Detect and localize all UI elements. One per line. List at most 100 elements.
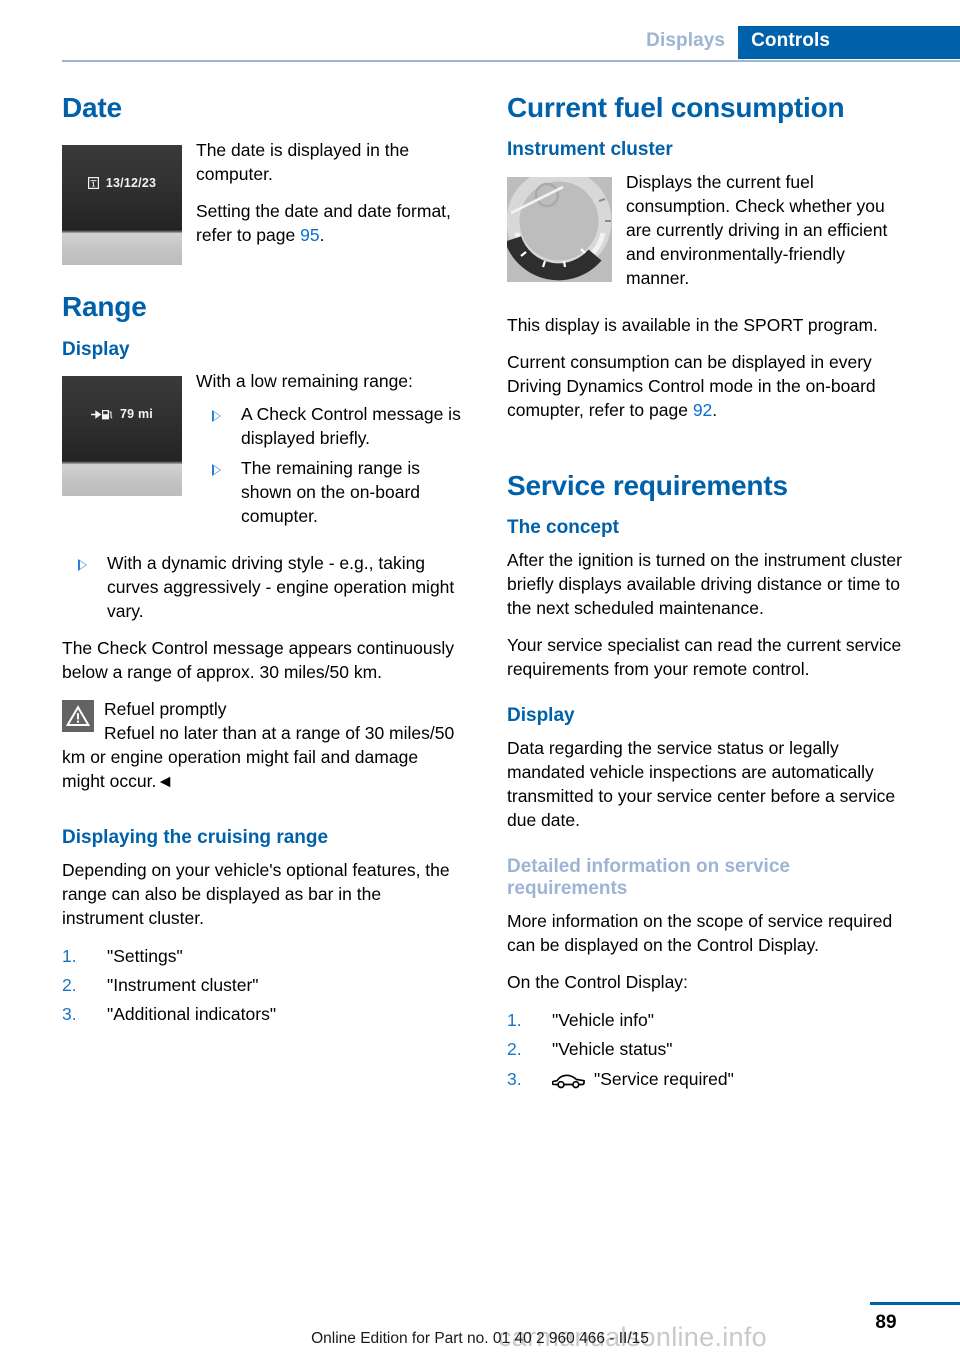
date-figure-text: The date is displayed in the computer. S… [196, 139, 462, 261]
subheading-detailed-information: Detailed information on service requirem… [507, 855, 790, 900]
date-page-ref[interactable]: 95 [300, 225, 319, 245]
header-divider [62, 60, 960, 62]
section-title-service-requirements: Service requirements [507, 469, 788, 501]
step-label[interactable]: "Additional indicators" [107, 1004, 276, 1024]
range-display-figure: 79 mi [62, 376, 182, 497]
list-item: 1. "Settings" [62, 944, 462, 969]
fuel-sport-paragraph: This display is available in the SPORT p… [507, 315, 878, 335]
tab-controls[interactable]: Controls [738, 26, 960, 59]
warning-body: Refuel no later than at a range of 30 mi… [62, 723, 455, 791]
date-display-screen: 1 13/12/23 [62, 145, 182, 230]
subheading-cruising-range: Displaying the cruising range [62, 826, 329, 848]
fuel-modes-text: Current consumption can be displayed in … [507, 351, 876, 420]
left-column: Date 1 13/12/23 The date is displayed in… [62, 92, 462, 1041]
car-icon [551, 1071, 586, 1096]
range-figure-text: With a low remaining range: A Check Cont… [196, 370, 462, 542]
range-bullet-2-text: The remaining range is shown on the on-b… [241, 458, 421, 527]
tab-displays-label: Displays [646, 30, 726, 51]
range-display-screen: 79 mi [62, 376, 182, 461]
svg-text:1: 1 [91, 182, 95, 189]
warning-note: Refuel promptly Refuel no later than at … [62, 698, 462, 794]
header-tabs: Displays Controls [633, 26, 960, 59]
step-number: 3. [507, 1068, 522, 1089]
fuel-figure-row: Displays the current fuel consumption. C… [507, 171, 907, 304]
date-display-row: 1 13/12/23 [62, 176, 182, 190]
detailed-paragraph-1: More information on the scope of service… [507, 911, 893, 956]
tab-controls-label: Controls [751, 30, 830, 51]
step-label[interactable]: "Service required" [594, 1069, 734, 1089]
range-bullet-3-text: With a dynamic driving style - e.g., tak… [107, 553, 455, 622]
consumption-gauge-image [507, 177, 612, 283]
subheading-instrument-cluster: Instrument cluster [507, 139, 673, 161]
list-item: 3. "Additional indicators" [62, 1002, 462, 1027]
fuel-page-ref[interactable]: 92 [693, 400, 712, 420]
fuel-modes-paragraph: Current consumption can be displayed in … [507, 351, 907, 423]
warning-triangle-icon [62, 700, 94, 733]
date-paragraph-2: Setting the date and date format, refer … [196, 200, 462, 248]
warning-title: Refuel promptly [104, 699, 227, 720]
step-label[interactable]: "Vehicle info" [552, 1010, 654, 1030]
date-figure-row: 1 13/12/23 The date is displayed in the … [62, 139, 462, 266]
section-title-fuel-consumption: Current fuel consumption [507, 92, 845, 123]
footer-divider [870, 1302, 960, 1305]
page-header: Displays Controls [0, 0, 960, 62]
date-display-value: 13/12/23 [105, 176, 157, 191]
subheading-the-concept: The concept [507, 517, 619, 539]
section-title-date: Date [62, 92, 122, 123]
list-item: 1. "Vehicle info" [507, 1008, 907, 1033]
step-number: 1. [507, 1010, 522, 1031]
list-item: 2. "Vehicle status" [507, 1037, 907, 1062]
date-figure-strip [62, 234, 182, 266]
date-page-ref-suffix: . [319, 225, 325, 246]
section-title-range: Range [62, 291, 147, 323]
detailed-paragraph-2: On the Control Display: [507, 972, 688, 993]
list-item: 2. "Instrument cluster" [62, 973, 462, 998]
step-number: 2. [507, 1039, 522, 1060]
step-number: 3. [62, 1004, 77, 1025]
step-label[interactable]: "Vehicle status" [552, 1039, 672, 1059]
concept-paragraph-1: After the ignition is turned on the inst… [507, 550, 902, 618]
tab-displays[interactable]: Displays [633, 26, 739, 59]
range-bullet-list-top: A Check Control message is displayed bri… [196, 403, 462, 529]
cruising-steps-list: 1. "Settings" 2. "Instrument cluster" 3. "A… [62, 944, 462, 1028]
subheading-range-display: Display [62, 338, 130, 360]
range-figure-row: 79 mi With a low remaining range: A Chec… [62, 370, 462, 542]
fuel-pump-arrow-icon [91, 408, 113, 421]
triangle-bullet-icon [212, 410, 221, 423]
cruising-paragraph: Depending on your vehicle's optional fea… [62, 859, 450, 928]
step-label[interactable]: "Settings" [107, 946, 183, 966]
date-display-figure: 1 13/12/23 [62, 145, 182, 266]
range-bullet-list-bottom: With a dynamic driving style - e.g., tak… [62, 552, 462, 624]
range-after-bullets: The Check Control message appears contin… [62, 638, 455, 683]
list-item: The remaining range is shown on the on-b… [196, 457, 462, 529]
list-item: 3. "Service required" [507, 1067, 907, 1096]
triangle-bullet-icon [212, 464, 221, 477]
step-number: 1. [62, 945, 77, 966]
service-steps-list: 1. "Vehicle info" 2. "Vehicle status" 3. "S… [507, 1008, 907, 1096]
list-item: A Check Control message is displayed bri… [196, 403, 462, 451]
calendar-icon: 1 [87, 177, 99, 190]
concept-paragraph-2: Your service specialist can read the cur… [507, 634, 902, 679]
range-display-value: 79 mi [120, 407, 153, 422]
fuel-figure-paragraph: Displays the current fuel consumption. C… [626, 172, 888, 289]
footer-edition-note: Online Edition for Part no. 01 40 2 960 … [311, 1330, 649, 1347]
range-display-row: 79 mi [62, 407, 182, 421]
fuel-figure-text: Displays the current fuel consumption. C… [626, 171, 907, 304]
range-bullet-1-text: A Check Control message is displayed bri… [241, 404, 461, 449]
list-item: With a dynamic driving style - e.g., tak… [62, 552, 462, 624]
right-column: Current fuel consumption Instrument clus… [507, 92, 907, 1109]
date-paragraph-1: The date is displayed in the computer. [196, 140, 410, 185]
range-figure-strip [62, 465, 182, 497]
service-display-paragraph: Data regarding the service status or leg… [507, 737, 896, 830]
subheading-service-display: Display [507, 704, 575, 726]
step-label[interactable]: "Instrument cluster" [107, 975, 259, 995]
range-intro: With a low remaining range: [196, 371, 413, 392]
step-number: 2. [62, 975, 77, 995]
fuel-page-ref-suffix: . [712, 399, 718, 420]
triangle-bullet-icon [78, 559, 87, 572]
